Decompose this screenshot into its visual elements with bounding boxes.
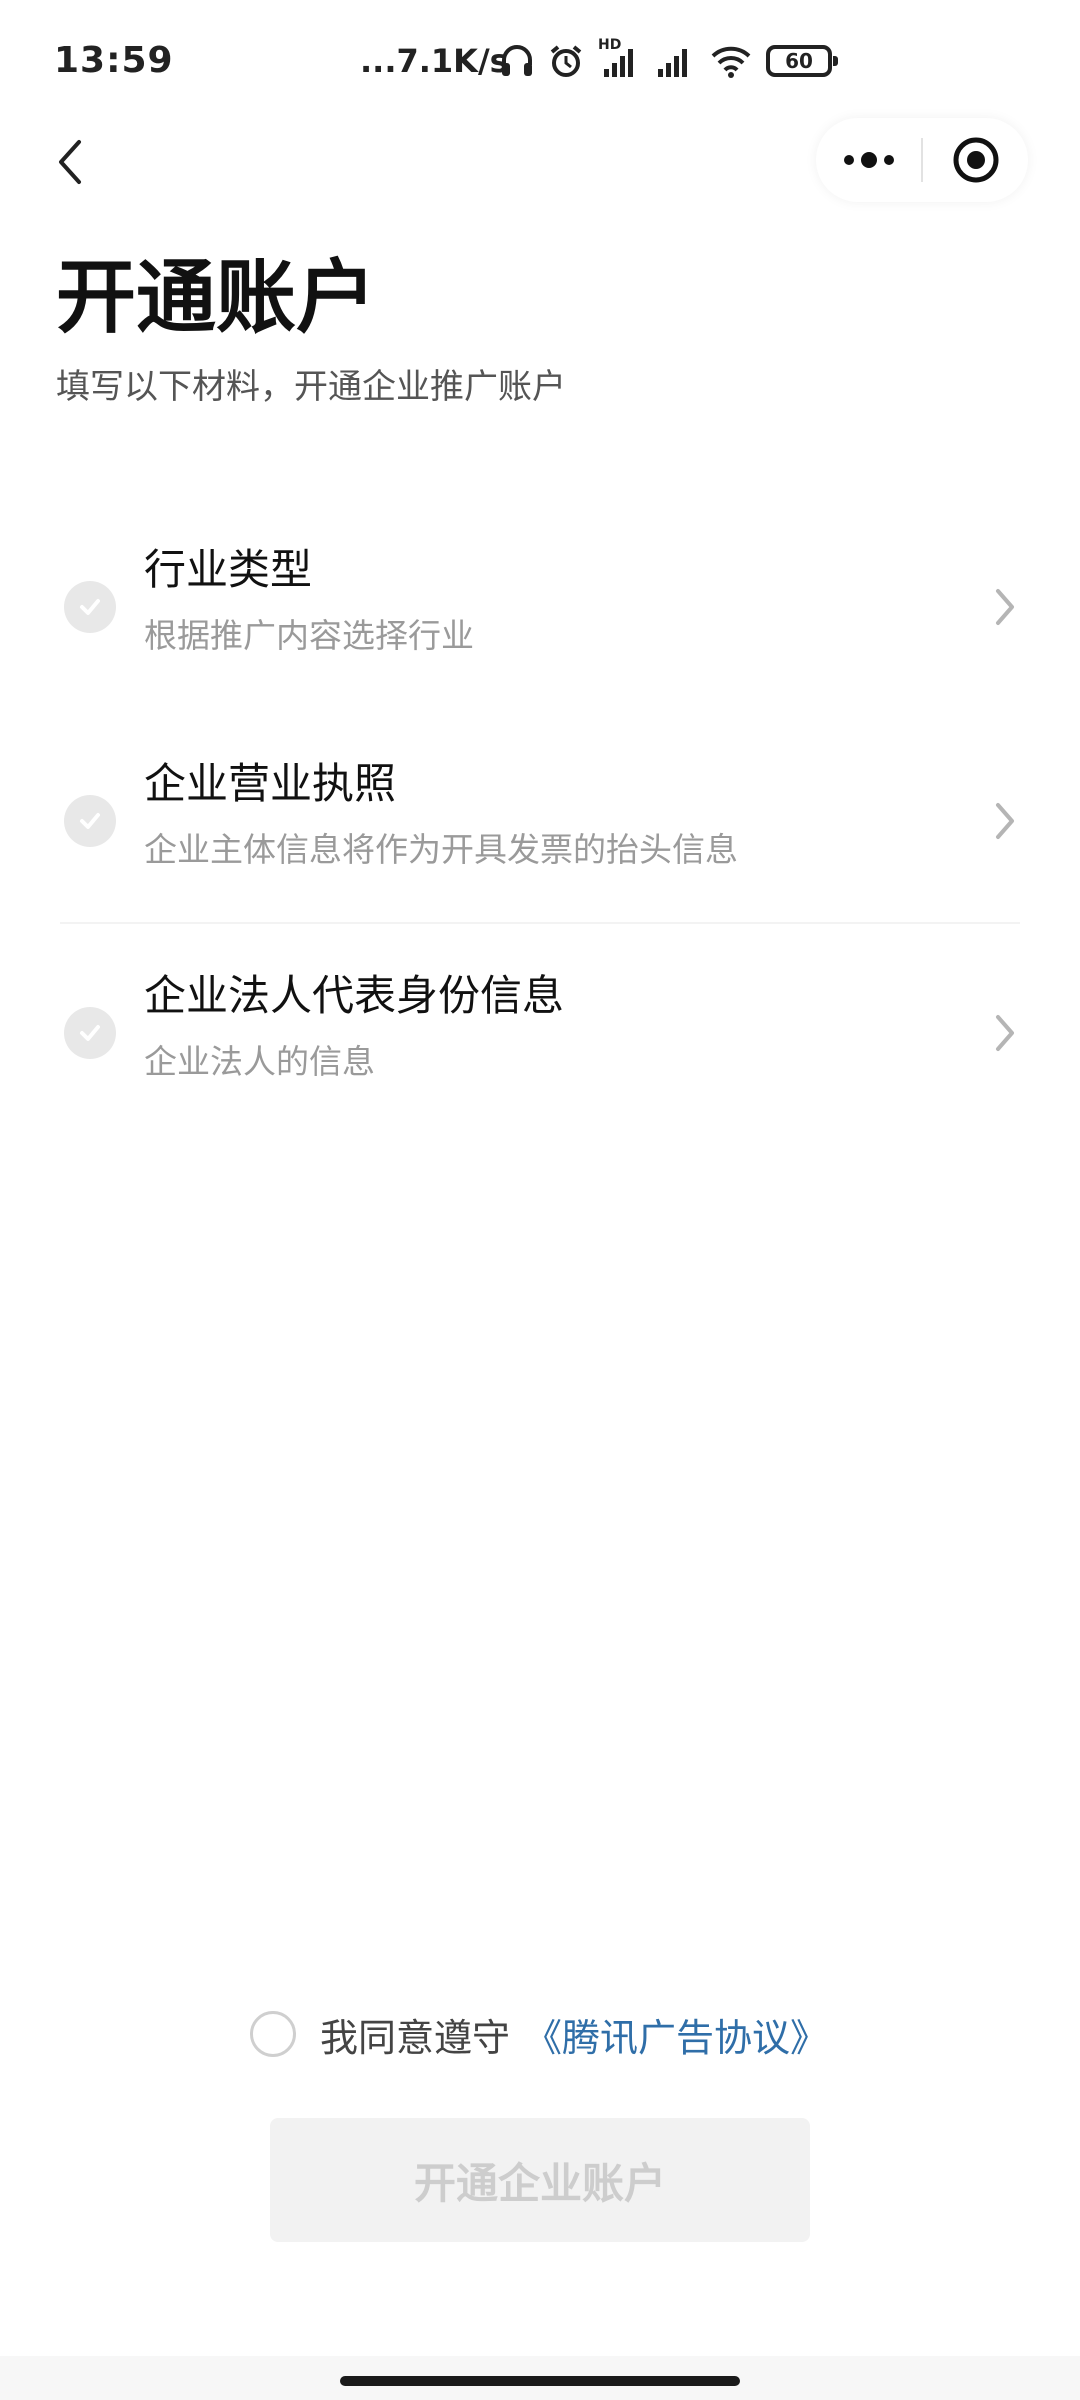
alarm-icon — [550, 45, 582, 77]
close-miniprogram-button[interactable] — [923, 118, 1028, 202]
step-business-license[interactable]: 企业营业执照 企业主体信息将作为开具发票的抬头信息 — [60, 736, 1020, 906]
step-divider — [60, 922, 1020, 924]
check-circle-icon — [64, 1007, 116, 1059]
step-title: 企业营业执照 — [144, 759, 397, 808]
more-dots-icon — [843, 152, 894, 168]
status-icons: HD 60 — [500, 36, 838, 86]
agreement-row: 我同意遵守 《腾讯广告协议》 — [250, 2002, 828, 2066]
chevron-right-icon — [996, 1015, 1014, 1051]
agreement-text: 我同意遵守 — [320, 2015, 511, 2060]
check-circle-icon — [64, 795, 116, 847]
status-time: 13:59 — [54, 40, 174, 81]
step-industry-type[interactable]: 行业类型 根据推广内容选择行业 — [60, 522, 1020, 692]
headphone-icon — [502, 45, 532, 76]
step-title: 行业类型 — [144, 545, 313, 594]
open-account-page: 13:59 ...7.1K/s HD 60 开通账户 填写以下材料，开通企业推广… — [0, 0, 1080, 2400]
battery-level: 60 — [785, 49, 813, 73]
open-enterprise-account-button[interactable]: 开通企业账户 — [270, 2118, 810, 2242]
agreement-checkbox[interactable] — [250, 2011, 296, 2057]
wifi-icon — [711, 46, 751, 78]
step-description: 根据推广内容选择行业 — [144, 616, 474, 655]
agreement-link[interactable]: 《腾讯广告协议》 — [524, 2007, 828, 2062]
chevron-right-icon — [996, 803, 1014, 839]
miniprogram-capsule — [816, 118, 1028, 202]
more-button[interactable] — [816, 118, 921, 202]
check-circle-icon — [64, 581, 116, 633]
target-close-icon — [953, 137, 998, 183]
home-indicator[interactable] — [340, 2376, 740, 2386]
page-title: 开通账户 — [56, 251, 376, 344]
signal-strength-2-icon — [658, 49, 687, 77]
back-button[interactable] — [40, 122, 100, 202]
signal-strength-icon — [604, 49, 633, 77]
step-description: 企业法人的信息 — [144, 1042, 375, 1081]
chevron-right-icon — [996, 589, 1014, 625]
step-title: 企业法人代表身份信息 — [144, 971, 565, 1020]
chevron-left-icon — [59, 140, 81, 184]
hd-signal: HD — [598, 37, 642, 79]
battery-icon: 60 — [766, 45, 838, 77]
network-speed: ...7.1K/s — [360, 42, 509, 80]
page-subtitle: 填写以下材料，开通企业推广账户 — [56, 367, 566, 407]
step-legal-representative[interactable]: 企业法人代表身份信息 企业法人的信息 — [60, 948, 1020, 1118]
status-bar: 13:59 ...7.1K/s HD 60 — [0, 0, 1080, 120]
step-description: 企业主体信息将作为开具发票的抬头信息 — [144, 830, 738, 869]
